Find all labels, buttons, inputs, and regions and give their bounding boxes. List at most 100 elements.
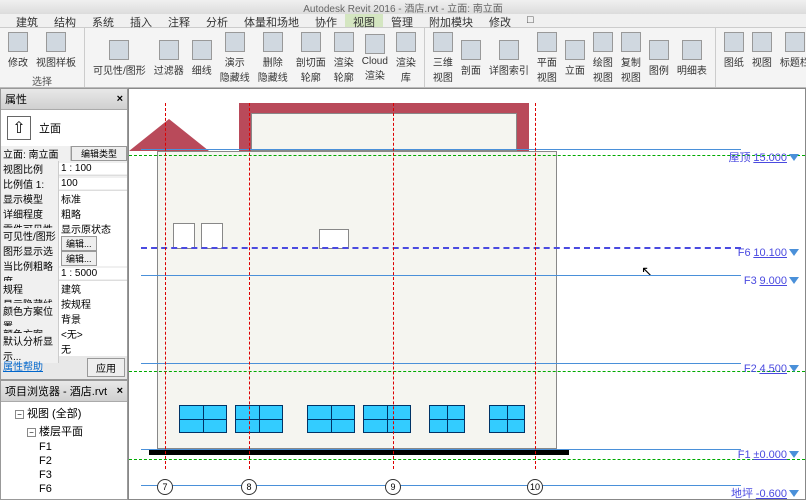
window [489, 405, 525, 433]
ribbon-button[interactable]: 修改 [4, 30, 32, 71]
ribbon-button[interactable]: 立面 [561, 30, 589, 86]
expand-icon[interactable]: − [27, 428, 36, 437]
window [179, 405, 227, 433]
elevation-icon: ⇧ [7, 116, 31, 140]
grid-line[interactable] [393, 103, 394, 469]
grid-bubble[interactable]: 9 [385, 479, 401, 495]
properties-help-link[interactable]: 属性帮助 [3, 358, 87, 377]
ribbon-button[interactable]: 细线 [188, 30, 216, 86]
close-icon[interactable]: × [117, 93, 123, 105]
property-row[interactable]: 比例值 1:100 [1, 176, 127, 191]
property-row[interactable]: 规程建筑 [1, 281, 127, 296]
menu-item[interactable]: 附加模块 [421, 14, 481, 27]
apply-button[interactable]: 应用 [87, 358, 125, 377]
expand-icon[interactable]: − [15, 410, 24, 419]
level-marker[interactable]: 地坪 -0.600 [731, 485, 799, 500]
roof [239, 103, 529, 113]
close-icon[interactable]: × [117, 385, 123, 397]
property-row[interactable]: 视图比例1 : 100 [1, 161, 127, 176]
tree-node[interactable]: F2 [3, 454, 125, 468]
project-browser-panel: 项目浏览器 - 酒店.rvt × −视图 (全部)−楼层平面F1F2F3F6地坪… [0, 380, 128, 500]
ribbon-button[interactable]: 标题栏 [776, 30, 806, 71]
ribbon-button[interactable]: 过滤器 [150, 30, 188, 86]
ribbon-icon [682, 40, 702, 60]
menu-item[interactable]: 协作 [307, 14, 345, 27]
ribbon: 修改视图样板选择可见性/图形过滤器细线演示隐藏线删除隐藏线剖切面轮廓渲染轮廓Cl… [0, 28, 806, 88]
tree-node[interactable]: F3 [3, 468, 125, 482]
ribbon-button[interactable]: 详图索引 [485, 30, 533, 86]
property-row[interactable]: 默认分析显示...无 [1, 341, 127, 356]
menu-item[interactable]: 系统 [84, 14, 122, 27]
ribbon-button[interactable]: 图纸 [720, 30, 748, 71]
ribbon-button[interactable]: 剖面 [457, 30, 485, 86]
menu-item[interactable]: 注释 [160, 14, 198, 27]
edit-button[interactable]: 编辑... [61, 236, 97, 251]
menu-item[interactable]: 建筑 [8, 14, 46, 27]
tree-node[interactable]: 地坪 [3, 496, 125, 500]
ribbon-button[interactable]: 绘图视图 [589, 30, 617, 86]
ribbon-button[interactable]: 视图 [748, 30, 776, 71]
type-label: 立面 [39, 120, 61, 136]
ribbon-icon [433, 32, 453, 52]
ribbon-button[interactable]: 演示隐藏线 [216, 30, 254, 86]
ribbon-icon [301, 32, 321, 52]
ribbon-icon [499, 40, 519, 60]
grid-bubble[interactable]: 8 [241, 479, 257, 495]
drawing-canvas[interactable]: ↖ 屋顶 15.000F6 10.100F3 9.000F2 4.500F1 ±… [128, 88, 806, 500]
tree-node[interactable]: −楼层平面 [3, 422, 125, 440]
level-marker[interactable]: F1 ±0.000 [738, 449, 799, 461]
property-row[interactable]: 详细程度粗略 [1, 206, 127, 221]
edit-button[interactable]: 编辑... [61, 251, 97, 266]
ribbon-icon [593, 32, 613, 52]
ribbon-icon [565, 40, 585, 60]
menu-bar: 建筑结构系统插入注释分析体量和场地协作视图管理附加模块修改□ [0, 14, 806, 28]
window-titlebar: Autodesk Revit 2016 - 酒店.rvt - 立面: 南立面 [0, 0, 806, 14]
ribbon-button[interactable]: 剖切面轮廓 [292, 30, 330, 86]
level-marker[interactable]: 屋顶 15.000 [729, 149, 799, 165]
ribbon-icon [263, 32, 283, 52]
ribbon-button[interactable]: 渲染轮廓 [330, 30, 358, 86]
ribbon-icon [192, 40, 212, 60]
menu-item[interactable]: 管理 [383, 14, 421, 27]
menu-item[interactable]: 分析 [198, 14, 236, 27]
menu-item[interactable]: 修改 [481, 14, 519, 27]
ribbon-icon [621, 32, 641, 52]
grid-bubble[interactable]: 7 [157, 479, 173, 495]
type-selector[interactable]: ⇧ 立面 [1, 110, 127, 146]
ribbon-button[interactable]: 复制视图 [617, 30, 645, 86]
ribbon-button[interactable]: Cloud渲染 [358, 30, 392, 86]
tree-node[interactable]: F6 [3, 482, 125, 496]
ribbon-button[interactable]: 明细表 [673, 30, 711, 86]
level-marker[interactable]: F2 4.500 [744, 363, 799, 375]
ribbon-button[interactable]: 三维视图 [429, 30, 457, 86]
ribbon-button[interactable]: 平面视图 [533, 30, 561, 86]
ribbon-button[interactable]: 视图样板 [32, 30, 80, 71]
project-tree: −视图 (全部)−楼层平面F1F2F3F6地坪屋顶−三维视图{3D}(三维) [1, 402, 127, 500]
ribbon-button[interactable]: 删除隐藏线 [254, 30, 292, 86]
ribbon-button[interactable]: 可见性/图形 [89, 30, 150, 86]
ribbon-button[interactable]: 渲染库 [392, 30, 420, 86]
grid-line[interactable] [249, 103, 250, 469]
instance-selector[interactable]: 立面: 南立面 [1, 146, 71, 161]
level-marker[interactable]: F3 9.000 [744, 275, 799, 287]
menu-item[interactable]: 视图 [345, 14, 383, 27]
grid-line[interactable] [535, 103, 536, 469]
properties-title: 属性 [5, 91, 27, 107]
ribbon-group-label: 图纸组合 [720, 71, 806, 88]
grid-bubble[interactable]: 10 [527, 479, 543, 495]
tree-node[interactable]: F1 [3, 440, 125, 454]
menu-item[interactable]: 插入 [122, 14, 160, 27]
ribbon-button[interactable]: 图例 [645, 30, 673, 86]
properties-header: 属性 × [1, 89, 127, 110]
edit-type-button[interactable]: 编辑类型 [71, 146, 127, 161]
menu-item[interactable]: □ [519, 14, 542, 27]
property-row[interactable]: 当比例粗略度...1 : 5000 [1, 266, 127, 281]
tree-node[interactable]: −视图 (全部) [3, 404, 125, 422]
property-row[interactable]: 颜色方案位置背景 [1, 311, 127, 326]
grid-line[interactable] [165, 103, 166, 469]
section-line [129, 155, 805, 156]
menu-item[interactable]: 体量和场地 [236, 14, 307, 27]
menu-item[interactable]: 结构 [46, 14, 84, 27]
property-row[interactable]: 显示模型标准 [1, 191, 127, 206]
level-marker[interactable]: F6 10.100 [738, 247, 799, 259]
